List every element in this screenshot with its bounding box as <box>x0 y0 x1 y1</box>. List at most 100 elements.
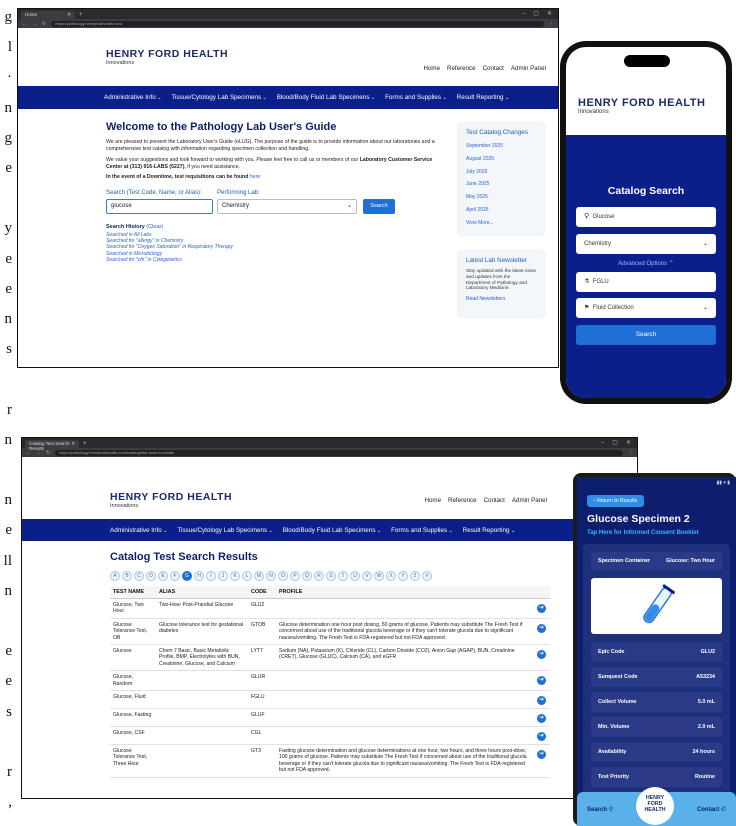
table-row[interactable]: Glucose, Fluid FGLU ➔ <box>110 690 550 710</box>
phone-brand-logo[interactable]: HENRY FORD HEALTH Innovations <box>578 97 705 115</box>
letter-filter-s[interactable]: S <box>326 571 336 581</box>
letter-filter-p[interactable]: P <box>290 571 300 581</box>
consent-booklet-link[interactable]: Tap Here for Informed Consent Booklet <box>587 530 736 536</box>
changes-link[interactable]: April 2025 <box>466 204 536 217</box>
top-nav-admin-panel[interactable]: Admin Panel <box>511 65 546 72</box>
arrow-right-icon[interactable]: ➔ <box>537 650 546 660</box>
letter-filter-#[interactable]: # <box>422 571 432 581</box>
read-newsletters-link[interactable]: Read Newsletters <box>466 296 536 302</box>
downtime-link[interactable]: here <box>250 174 260 180</box>
nav-tissue-cytology[interactable]: Tissue/Cytology Lab Specimens <box>177 527 272 534</box>
top-nav-home[interactable]: Home <box>425 497 442 504</box>
brand-logo[interactable]: HENRY FORD HEALTH Innovations <box>106 48 228 66</box>
arrow-right-icon[interactable]: ➔ <box>537 623 546 633</box>
view-more-link[interactable]: View More... <box>466 217 536 230</box>
search-button[interactable]: Search <box>363 199 395 214</box>
letter-filter-j[interactable]: J <box>218 571 228 581</box>
menu-icon[interactable]: ⋮ <box>549 21 554 27</box>
nav-blood-body-fluid[interactable]: Blood/Body Fluid Lab Specimens <box>277 94 375 101</box>
arrow-right-icon[interactable]: ➔ <box>537 750 546 760</box>
close-window-icon[interactable]: ✕ <box>547 10 552 19</box>
table-row[interactable]: Glucose, CSF CGL ➔ <box>110 726 550 746</box>
clear-history-link[interactable]: (Clear) <box>146 224 163 230</box>
table-row[interactable]: Glucose Chem 7 Basic, Basic Metabolic Pro… <box>110 644 550 672</box>
maximize-icon[interactable]: ▢ <box>533 10 539 19</box>
phone-container-select[interactable]: ⚑ Fluid Collection ⌄ <box>576 298 716 318</box>
letter-filter-f[interactable]: F <box>170 571 180 581</box>
table-row[interactable]: Glucose, Fasting GLUF ➔ <box>110 708 550 728</box>
bottom-nav-logo[interactable]: HENRY FORD HEALTH <box>636 787 675 825</box>
nav-forms-supplies[interactable]: Forms and Supplies <box>385 94 447 101</box>
letter-filter-q[interactable]: Q <box>302 571 312 581</box>
minimize-icon[interactable]: – <box>522 10 525 19</box>
changes-link[interactable]: July 2025 <box>466 166 536 179</box>
letter-filter-h[interactable]: H <box>194 571 204 581</box>
address-bar[interactable]: https://pathology.henryfordhealth.com/ca… <box>55 449 623 456</box>
phone-search-button[interactable]: Search <box>576 325 716 345</box>
letter-filter-o[interactable]: O <box>278 571 288 581</box>
new-tab-icon[interactable]: + <box>83 440 87 448</box>
close-window-icon[interactable]: ✕ <box>626 439 631 448</box>
letter-filter-e[interactable]: E <box>158 571 168 581</box>
brand-logo[interactable]: HENRY FORD HEALTH Innovations <box>110 491 232 509</box>
letter-filter-x[interactable]: X <box>386 571 396 581</box>
letter-filter-t[interactable]: T <box>338 571 348 581</box>
table-row[interactable]: Glucose Tolerance Test, OB Glucose tolera… <box>110 618 550 646</box>
top-nav-reference[interactable]: Reference <box>448 497 477 504</box>
forward-icon[interactable]: → <box>32 21 37 27</box>
top-nav-reference[interactable]: Reference <box>447 65 476 72</box>
nav-forms-supplies[interactable]: Forms and Supplies <box>391 527 453 534</box>
nav-result-reporting[interactable]: Result Reporting <box>457 94 510 101</box>
arrow-right-icon[interactable]: ➔ <box>537 732 546 742</box>
table-row[interactable]: Glucose, Two Hour Two-Hour Post-Prandial … <box>110 598 550 619</box>
letter-filter-z[interactable]: Z <box>410 571 420 581</box>
nav-administrative-info[interactable]: Administrative Info <box>104 94 161 101</box>
search-input[interactable]: glucose <box>106 199 213 214</box>
letter-filter-r[interactable]: R <box>314 571 324 581</box>
letter-filter-u[interactable]: U <box>350 571 360 581</box>
browser-tab[interactable]: Catalog Test Search Results ✕ <box>25 440 79 451</box>
advanced-options-toggle[interactable]: Advanced Options ⌃ <box>566 260 726 267</box>
table-row[interactable]: Glucose, Random GLUR ➔ <box>110 670 550 692</box>
bottom-nav-contact[interactable]: Contact ✆ <box>697 806 726 813</box>
back-icon[interactable]: ← <box>22 21 27 27</box>
letter-filter-b[interactable]: B <box>122 571 132 581</box>
table-row[interactable]: Glucose Tolerance Test, Three Hour GT3 Fas… <box>110 744 550 778</box>
letter-filter-y[interactable]: Y <box>398 571 408 581</box>
top-nav-admin-panel[interactable]: Admin Panel <box>512 497 547 504</box>
reload-icon[interactable]: ↻ <box>46 450 50 456</box>
arrow-right-icon[interactable]: ➔ <box>537 696 546 706</box>
changes-link[interactable]: May 2025 <box>466 191 536 204</box>
letter-filter-v[interactable]: V <box>362 571 372 581</box>
letter-filter-n[interactable]: N <box>266 571 276 581</box>
letter-filter-w[interactable]: W <box>374 571 384 581</box>
changes-link[interactable]: June 2025 <box>466 178 536 191</box>
close-icon[interactable]: ✕ <box>67 12 71 18</box>
maximize-icon[interactable]: ▢ <box>612 439 618 448</box>
changes-link[interactable]: August 2025 <box>466 153 536 166</box>
letter-filter-i[interactable]: I <box>206 571 216 581</box>
return-to-results-button[interactable]: ‹ Return to Results <box>587 495 645 507</box>
letter-filter-g[interactable]: G <box>182 571 192 581</box>
nav-result-reporting[interactable]: Result Reporting <box>463 527 516 534</box>
arrow-right-icon[interactable]: ➔ <box>537 714 546 724</box>
phone-search-input[interactable]: ⚲ Glucose <box>576 207 716 227</box>
back-icon[interactable]: ← <box>26 450 31 456</box>
top-nav-contact[interactable]: Contact <box>483 65 504 72</box>
phone-lab-select[interactable]: Chemistry ⌄ <box>576 234 716 254</box>
letter-filter-k[interactable]: K <box>230 571 240 581</box>
arrow-right-icon[interactable]: ➔ <box>537 604 546 613</box>
browser-tab[interactable]: Home ✕ <box>21 11 75 19</box>
phone-code-input[interactable]: ⚗ FGLU <box>576 272 716 292</box>
menu-icon[interactable]: ⋮ <box>628 450 633 456</box>
nav-administrative-info[interactable]: Administrative Info <box>110 527 167 534</box>
arrow-right-icon[interactable]: ➔ <box>537 676 546 686</box>
nav-tissue-cytology[interactable]: Tissue/Cytology Lab Specimens <box>171 94 266 101</box>
minimize-icon[interactable]: – <box>601 439 604 448</box>
changes-link[interactable]: September 2025 <box>466 140 536 153</box>
new-tab-icon[interactable]: + <box>79 11 83 19</box>
letter-filter-c[interactable]: C <box>134 571 144 581</box>
bottom-nav-search[interactable]: Search ⚲ <box>587 806 613 813</box>
letter-filter-d[interactable]: D <box>146 571 156 581</box>
close-icon[interactable]: ✕ <box>71 441 75 447</box>
